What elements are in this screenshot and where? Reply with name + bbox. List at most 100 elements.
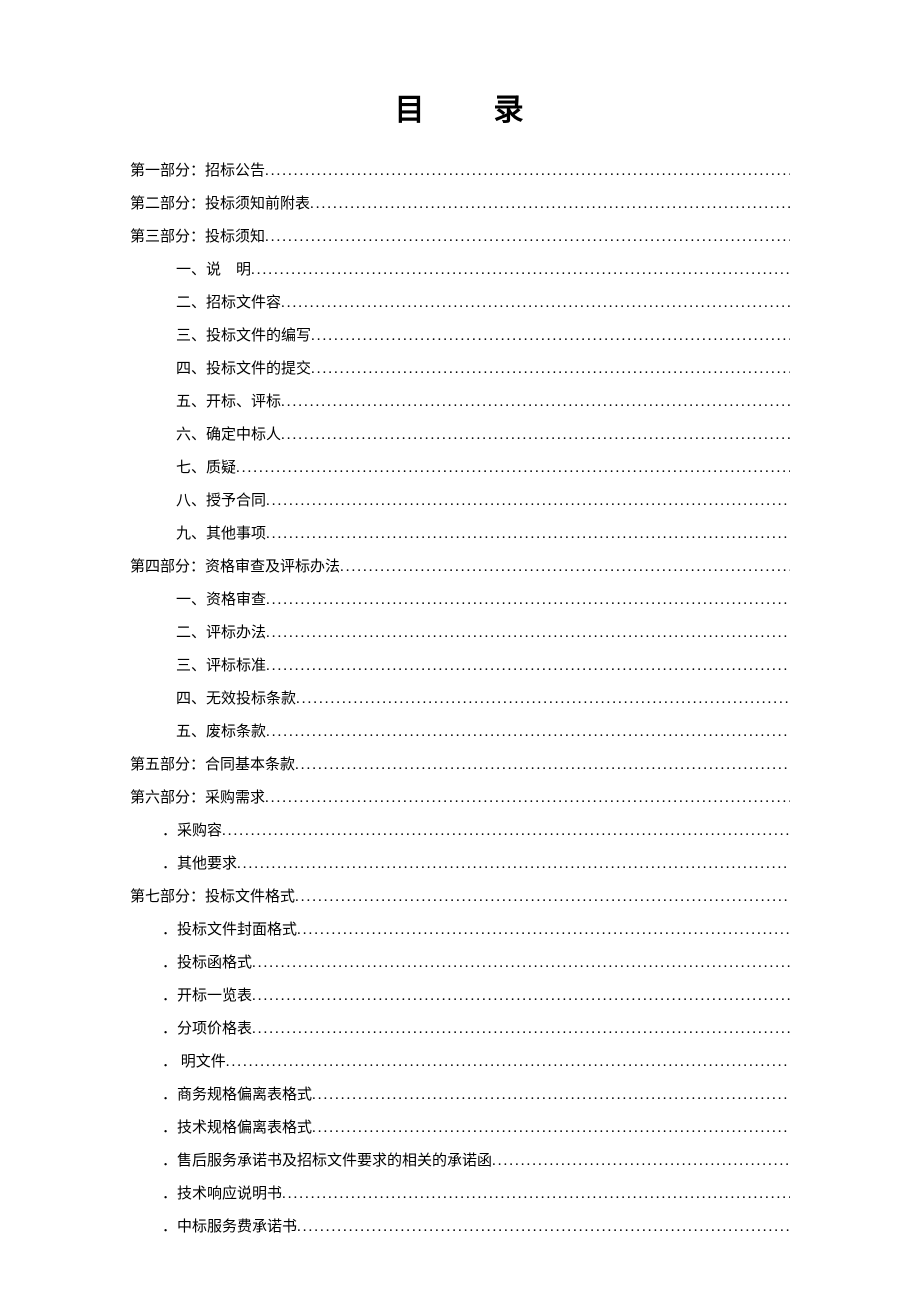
toc-leader-dots bbox=[281, 287, 790, 320]
toc-leader-dots bbox=[222, 815, 790, 848]
toc-leader-dots bbox=[282, 1178, 790, 1211]
toc-row: 第五部分：合同基本条款 bbox=[130, 749, 790, 782]
toc-entry-label: 五、废标条款 bbox=[176, 716, 266, 749]
toc-entry-label: ．技术响应说明书 bbox=[162, 1178, 282, 1211]
title-char-1: 目 bbox=[395, 94, 427, 127]
toc-leader-dots bbox=[266, 617, 790, 650]
toc-row: ．技术规格偏离表格式 bbox=[130, 1112, 790, 1145]
toc-leader-dots bbox=[236, 452, 790, 485]
toc-row: ．其他要求 bbox=[130, 848, 790, 881]
toc-entry-label: ．投标文件封面格式 bbox=[162, 914, 297, 947]
toc-entry-label: 四、无效投标条款 bbox=[176, 683, 296, 716]
toc-row: 三、评标标准 bbox=[130, 650, 790, 683]
toc-entry-label: 五、开标、评标 bbox=[176, 386, 281, 419]
toc-row: 三、投标文件的编写 bbox=[130, 320, 790, 353]
toc-leader-dots bbox=[312, 1079, 790, 1112]
toc-row: ．技术响应说明书 bbox=[130, 1178, 790, 1211]
table-of-contents: 第一部分：招标公告第二部分：投标须知前附表第三部分：投标须知一、说 明二、招标文… bbox=[130, 155, 790, 1244]
toc-leader-dots bbox=[265, 155, 790, 188]
toc-row: ． 明文件 bbox=[130, 1046, 790, 1079]
toc-row: ．投标函格式 bbox=[130, 947, 790, 980]
toc-entry-label: ． 明文件 bbox=[162, 1046, 226, 1079]
page-title: 目 录 bbox=[130, 85, 790, 129]
toc-row: 九、其他事项 bbox=[130, 518, 790, 551]
toc-entry-label: ．其他要求 bbox=[162, 848, 237, 881]
toc-row: 八、授予合同 bbox=[130, 485, 790, 518]
toc-entry-label: 一、资格审查 bbox=[176, 584, 266, 617]
toc-entry-label: 四、投标文件的提交 bbox=[176, 353, 311, 386]
toc-entry-label: ．开标一览表 bbox=[162, 980, 252, 1013]
toc-entry-label: 第六部分：采购需求 bbox=[130, 782, 265, 815]
toc-leader-dots bbox=[251, 254, 790, 287]
toc-row: 七、质疑 bbox=[130, 452, 790, 485]
toc-leader-dots bbox=[297, 914, 790, 947]
toc-row: ．售后服务承诺书及招标文件要求的相关的承诺函 bbox=[130, 1145, 790, 1178]
toc-leader-dots bbox=[252, 1013, 790, 1046]
title-char-2: 录 bbox=[494, 94, 526, 127]
toc-entry-label: ．采购容 bbox=[162, 815, 222, 848]
toc-leader-dots bbox=[295, 749, 790, 782]
toc-row: ．分项价格表 bbox=[130, 1013, 790, 1046]
toc-leader-dots bbox=[237, 848, 790, 881]
toc-leader-dots bbox=[297, 1211, 790, 1244]
toc-entry-label: 二、评标办法 bbox=[176, 617, 266, 650]
toc-row: ．采购容 bbox=[130, 815, 790, 848]
toc-leader-dots bbox=[340, 551, 790, 584]
toc-entry-label: 一、说 明 bbox=[176, 254, 251, 287]
toc-leader-dots bbox=[311, 320, 790, 353]
toc-row: 二、招标文件容 bbox=[130, 287, 790, 320]
toc-leader-dots bbox=[266, 518, 790, 551]
toc-row: 四、投标文件的提交 bbox=[130, 353, 790, 386]
toc-leader-dots bbox=[311, 353, 790, 386]
toc-row: 二、评标办法 bbox=[130, 617, 790, 650]
toc-leader-dots bbox=[266, 716, 790, 749]
toc-row: 第三部分：投标须知 bbox=[130, 221, 790, 254]
toc-leader-dots bbox=[281, 386, 790, 419]
toc-row: 第四部分：资格审查及评标办法 bbox=[130, 551, 790, 584]
toc-entry-label: ．技术规格偏离表格式 bbox=[162, 1112, 312, 1145]
toc-entry-label: 第四部分：资格审查及评标办法 bbox=[130, 551, 340, 584]
toc-entry-label: 第七部分：投标文件格式 bbox=[130, 881, 295, 914]
toc-entry-label: 九、其他事项 bbox=[176, 518, 266, 551]
toc-leader-dots bbox=[296, 683, 790, 716]
toc-entry-label: 七、质疑 bbox=[176, 452, 236, 485]
toc-leader-dots bbox=[492, 1145, 790, 1178]
toc-row: 第一部分：招标公告 bbox=[130, 155, 790, 188]
toc-row: ．投标文件封面格式 bbox=[130, 914, 790, 947]
toc-row: 四、无效投标条款 bbox=[130, 683, 790, 716]
toc-entry-label: ．售后服务承诺书及招标文件要求的相关的承诺函 bbox=[162, 1145, 492, 1178]
toc-leader-dots bbox=[295, 881, 790, 914]
toc-row: 六、确定中标人 bbox=[130, 419, 790, 452]
toc-entry-label: ．中标服务费承诺书 bbox=[162, 1211, 297, 1244]
toc-entry-label: 第五部分：合同基本条款 bbox=[130, 749, 295, 782]
toc-leader-dots bbox=[265, 782, 790, 815]
toc-entry-label: ．分项价格表 bbox=[162, 1013, 252, 1046]
toc-row: 第六部分：采购需求 bbox=[130, 782, 790, 815]
toc-entry-label: ．商务规格偏离表格式 bbox=[162, 1079, 312, 1112]
toc-leader-dots bbox=[226, 1046, 790, 1079]
toc-leader-dots bbox=[266, 485, 790, 518]
toc-leader-dots bbox=[265, 221, 790, 254]
toc-entry-label: 六、确定中标人 bbox=[176, 419, 281, 452]
toc-row: 第七部分：投标文件格式 bbox=[130, 881, 790, 914]
toc-entry-label: ．投标函格式 bbox=[162, 947, 252, 980]
toc-row: 一、资格审查 bbox=[130, 584, 790, 617]
toc-leader-dots bbox=[252, 947, 790, 980]
toc-leader-dots bbox=[281, 419, 790, 452]
toc-row: 一、说 明 bbox=[130, 254, 790, 287]
toc-entry-label: 八、授予合同 bbox=[176, 485, 266, 518]
toc-row: 五、开标、评标 bbox=[130, 386, 790, 419]
toc-leader-dots bbox=[310, 188, 790, 221]
toc-entry-label: 第二部分：投标须知前附表 bbox=[130, 188, 310, 221]
toc-entry-label: 二、招标文件容 bbox=[176, 287, 281, 320]
toc-leader-dots bbox=[252, 980, 790, 1013]
toc-row: 第二部分：投标须知前附表 bbox=[130, 188, 790, 221]
toc-row: ．商务规格偏离表格式 bbox=[130, 1079, 790, 1112]
toc-leader-dots bbox=[312, 1112, 790, 1145]
toc-row: ．中标服务费承诺书 bbox=[130, 1211, 790, 1244]
toc-row: ．开标一览表 bbox=[130, 980, 790, 1013]
toc-entry-label: 第三部分：投标须知 bbox=[130, 221, 265, 254]
toc-row: 五、废标条款 bbox=[130, 716, 790, 749]
toc-entry-label: 三、投标文件的编写 bbox=[176, 320, 311, 353]
toc-leader-dots bbox=[266, 584, 790, 617]
